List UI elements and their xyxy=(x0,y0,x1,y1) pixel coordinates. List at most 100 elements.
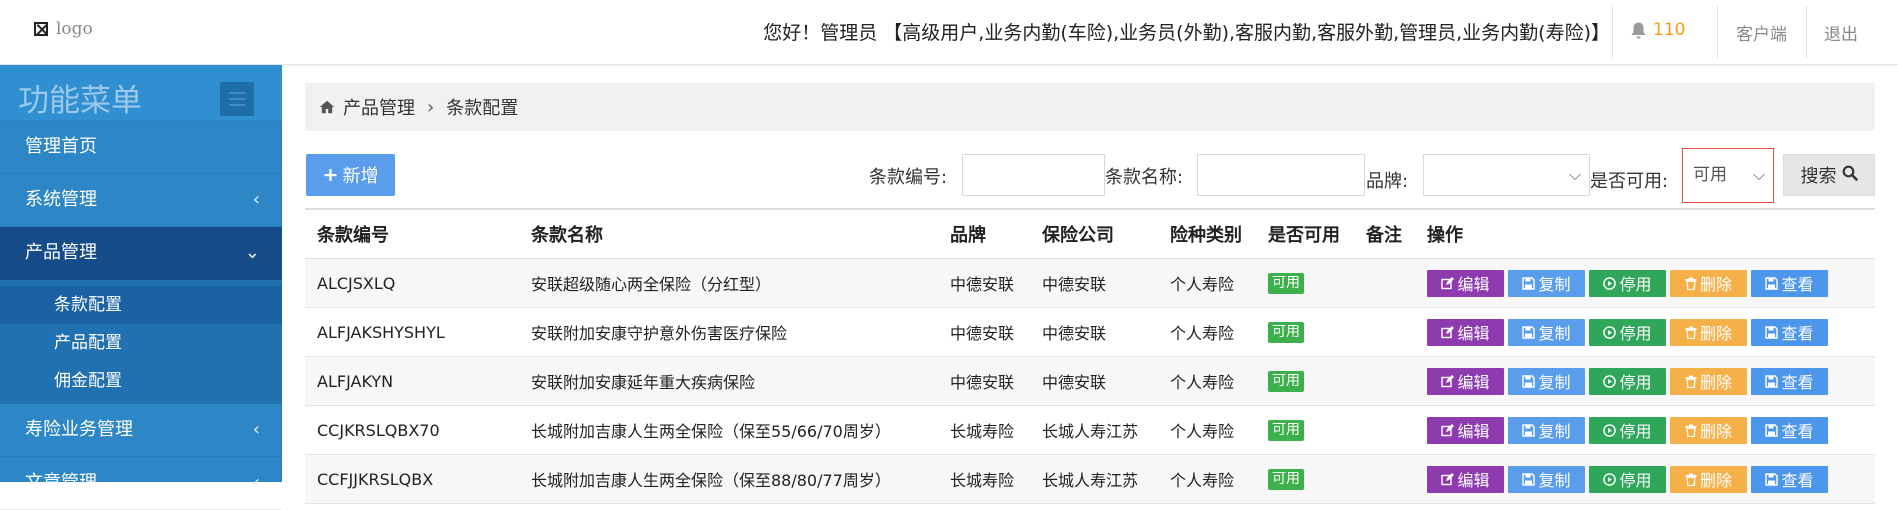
copy-button[interactable]: 复制 xyxy=(1508,318,1585,346)
view-button[interactable]: 查看 xyxy=(1751,318,1828,346)
view-button[interactable]: 查看 xyxy=(1751,465,1828,493)
status-cell: 可用 xyxy=(1268,406,1304,454)
clause-code-input[interactable] xyxy=(962,154,1105,196)
power-icon xyxy=(1603,325,1617,339)
action-label: 复制 xyxy=(1538,275,1571,294)
sidebar-item-article[interactable]: 文章管理 ‹ xyxy=(0,457,282,510)
action-label: 查看 xyxy=(1781,275,1814,294)
delete-button[interactable]: 删除 xyxy=(1670,367,1747,395)
save-icon xyxy=(1765,325,1779,339)
power-icon xyxy=(1603,276,1617,290)
status-badge: 可用 xyxy=(1268,272,1304,294)
status-badge: 可用 xyxy=(1268,370,1304,392)
save-icon xyxy=(1522,423,1536,437)
edit-button[interactable]: 编辑 xyxy=(1427,416,1504,444)
sidebar-subitem-commission-config[interactable]: 佣金配置 xyxy=(0,362,282,400)
table-body: ALCJSXLQ 安联超级随心两全保险（分红型） 中德安联 中德安联 个人寿险 可用 编辑复… xyxy=(305,259,1875,504)
status-cell: 可用 xyxy=(1268,308,1304,356)
sidebar-item-label: 管理首页 xyxy=(25,136,97,157)
copy-button[interactable]: 复制 xyxy=(1508,269,1585,297)
logo[interactable]: logo xyxy=(34,19,93,39)
sidebar-item-label: 寿险业务管理 xyxy=(25,419,133,440)
client-link[interactable]: 客户端 xyxy=(1736,20,1787,45)
disable-button[interactable]: 停用 xyxy=(1589,416,1666,444)
edit-button[interactable]: 编辑 xyxy=(1427,465,1504,493)
action-label: 复制 xyxy=(1538,422,1571,441)
table-row: ALCJSXLQ 安联超级随心两全保险（分红型） 中德安联 中德安联 个人寿险 可用 编辑 复… xyxy=(305,259,1875,308)
top-bar: logo 您好！管理员 【高级用户,业务内勤(车险),业务员(外勤),客服内勤,… xyxy=(0,0,1898,65)
action-label: 删除 xyxy=(1699,422,1732,441)
sidebar-item-label: 产品管理 xyxy=(25,242,97,263)
divider xyxy=(1612,6,1613,58)
available-select-value: 可用 xyxy=(1693,165,1727,185)
column-header: 品牌 xyxy=(950,225,986,246)
edit-button[interactable]: 编辑 xyxy=(1427,318,1504,346)
status-cell: 可用 xyxy=(1268,455,1304,503)
chevron-down-icon: ⌵ xyxy=(1752,165,1765,184)
edit-icon xyxy=(1441,423,1455,437)
sidebar-item-home[interactable]: 管理首页 xyxy=(0,121,282,174)
logout-link[interactable]: 退出 xyxy=(1824,20,1858,45)
edit-button[interactable]: 编辑 xyxy=(1427,367,1504,395)
actions-cell: 编辑 复制 停用 删除 查看 xyxy=(1427,259,1828,307)
sidebar-subitem-product-config[interactable]: 产品配置 xyxy=(0,324,282,362)
view-button[interactable]: 查看 xyxy=(1751,367,1828,395)
brand-select[interactable]: ⌵ xyxy=(1423,154,1590,196)
sidebar-item-life-business[interactable]: 寿险业务管理 ‹ xyxy=(0,404,282,457)
save-icon xyxy=(1522,472,1536,486)
delete-button[interactable]: 删除 xyxy=(1670,465,1747,493)
sidebar-subitem-clause-config[interactable]: 条款配置 xyxy=(0,286,282,324)
clause-code-cell: ALCJSXLQ xyxy=(317,273,396,293)
brand-cell: 中德安联 xyxy=(950,275,1015,294)
column-header: 是否可用 xyxy=(1268,225,1340,246)
delete-button[interactable]: 删除 xyxy=(1670,269,1747,297)
available-select[interactable]: 可用 ⌵ xyxy=(1682,148,1774,203)
add-button[interactable]: + 新增 xyxy=(306,154,395,196)
sidebar-item-label: 系统管理 xyxy=(25,189,97,210)
disable-button[interactable]: 停用 xyxy=(1589,318,1666,346)
sidebar-item-product[interactable]: 产品管理 ⌄ xyxy=(0,227,282,280)
delete-button[interactable]: 删除 xyxy=(1670,318,1747,346)
copy-button[interactable]: 复制 xyxy=(1508,416,1585,444)
chevron-down-icon: ⌄ xyxy=(244,242,260,263)
copy-button[interactable]: 复制 xyxy=(1508,465,1585,493)
category-cell: 个人寿险 xyxy=(1170,324,1235,343)
edit-icon xyxy=(1441,472,1455,486)
sidebar-title: 功能菜单 xyxy=(18,83,142,119)
save-icon xyxy=(1522,374,1536,388)
status-cell: 可用 xyxy=(1268,259,1304,307)
trash-icon xyxy=(1685,473,1697,486)
view-button[interactable]: 查看 xyxy=(1751,269,1828,297)
breadcrumb-parent[interactable]: 产品管理 xyxy=(343,94,415,120)
copy-button[interactable]: 复制 xyxy=(1508,367,1585,395)
trash-icon xyxy=(1685,424,1697,437)
action-label: 复制 xyxy=(1538,324,1571,343)
view-button[interactable]: 查看 xyxy=(1751,416,1828,444)
breadcrumb-separator: › xyxy=(427,96,435,118)
hamburger-icon[interactable] xyxy=(220,82,254,116)
edit-icon xyxy=(1441,374,1455,388)
save-icon xyxy=(1522,276,1536,290)
edit-icon xyxy=(1441,325,1455,339)
column-header: 条款编号 xyxy=(317,225,389,246)
power-icon xyxy=(1603,423,1617,437)
notification-button[interactable]: 110 xyxy=(1630,20,1685,40)
save-icon xyxy=(1765,472,1779,486)
brand-cell: 中德安联 xyxy=(950,373,1015,392)
action-label: 删除 xyxy=(1699,324,1732,343)
disable-button[interactable]: 停用 xyxy=(1589,269,1666,297)
disable-button[interactable]: 停用 xyxy=(1589,465,1666,493)
table-row: ALFJAKYN 安联附加安康延年重大疾病保险 中德安联 中德安联 个人寿险 可用 编辑 复制… xyxy=(305,357,1875,406)
home-icon[interactable] xyxy=(319,100,335,114)
trash-icon xyxy=(1685,277,1697,290)
search-button[interactable]: 搜索 xyxy=(1783,154,1875,196)
user-greeting: 您好！管理员 【高级用户,业务内勤(车险),业务员(外勤),客服内勤,客服外勤,… xyxy=(763,22,1610,44)
disable-button[interactable]: 停用 xyxy=(1589,367,1666,395)
company-cell: 中德安联 xyxy=(1042,324,1107,343)
action-label: 删除 xyxy=(1699,275,1732,294)
action-label: 复制 xyxy=(1538,471,1571,490)
delete-button[interactable]: 删除 xyxy=(1670,416,1747,444)
edit-button[interactable]: 编辑 xyxy=(1427,269,1504,297)
sidebar-item-system[interactable]: 系统管理 ‹ xyxy=(0,174,282,227)
clause-name-input[interactable] xyxy=(1197,154,1365,196)
